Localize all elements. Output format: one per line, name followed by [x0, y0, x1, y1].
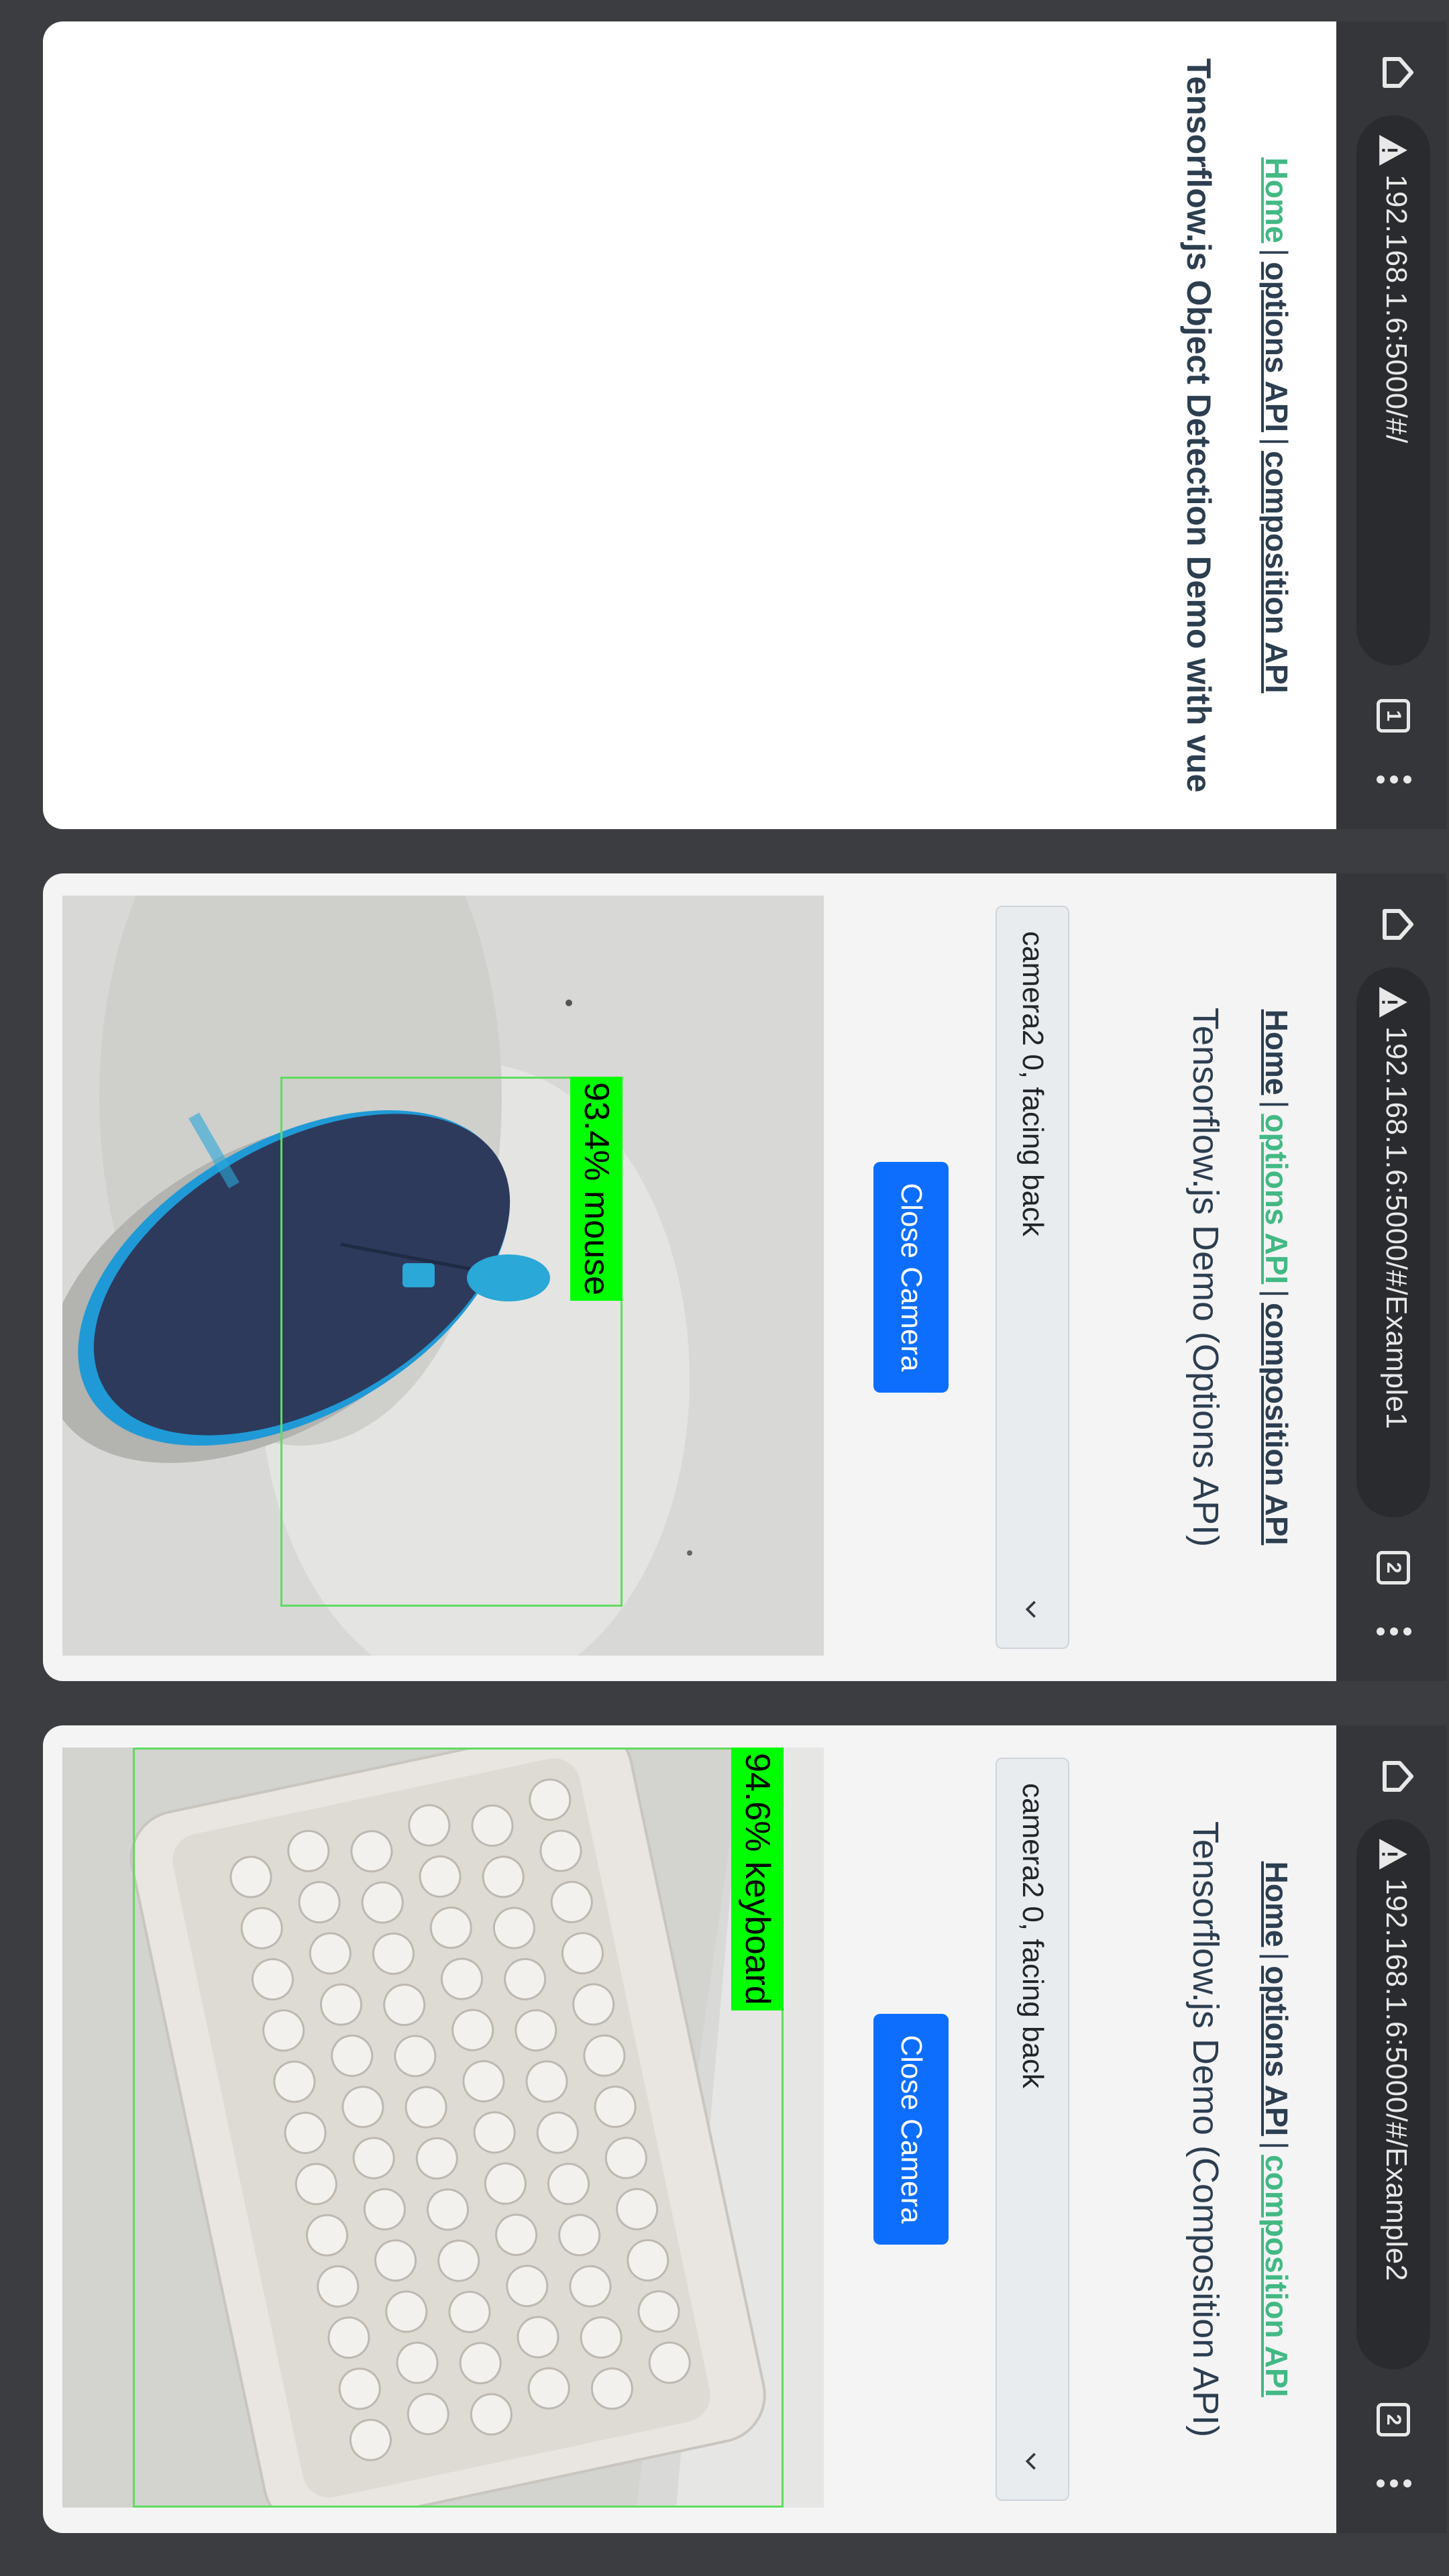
- page-content: Home | options API | composition API Tensorf…: [43, 21, 1336, 829]
- nav-separator: |: [1259, 1952, 1294, 1961]
- nav-separator: |: [1259, 2141, 1294, 2150]
- warning-icon: [1379, 987, 1407, 1018]
- nav-bar: Home | options API | composition API: [1258, 21, 1295, 829]
- address-bar[interactable]: 192.168.1.6:5000/#/: [1356, 115, 1430, 665]
- warning-icon: [1379, 135, 1407, 166]
- home-icon[interactable]: [1378, 1756, 1418, 1796]
- chevron-down-icon: [1025, 2453, 1036, 2470]
- page-title: Tensorflow.js Object Detection Demo with…: [1180, 58, 1218, 793]
- close-camera-button[interactable]: Close Camera: [873, 2014, 949, 2245]
- page-title: Tensorflow.js Demo (Options API): [1185, 1007, 1226, 1548]
- nav-separator: |: [1259, 248, 1294, 257]
- tab-switcher-icon[interactable]: 1: [1377, 699, 1410, 733]
- browser-toolbar: 192.168.1.6:5000/#/ 1: [1336, 21, 1446, 829]
- address-bar[interactable]: 192.168.1.6:5000/#/Example1: [1356, 967, 1430, 1517]
- detection-label-mouse: 93.4% mouse: [570, 1077, 623, 1301]
- home-icon[interactable]: [1378, 52, 1418, 93]
- nav-separator: |: [1259, 1289, 1294, 1298]
- camera-select-value: camera2 0, facing back: [1016, 931, 1049, 1236]
- camera-select[interactable]: camera2 0, facing back: [996, 906, 1069, 1649]
- nav-link-home[interactable]: Home: [1259, 1862, 1294, 1947]
- url-text: 192.168.1.6:5000/#/Example1: [1380, 1026, 1413, 1430]
- page-content: Home | options API | composition API Tensorf…: [43, 1725, 1336, 2533]
- camera-feed: 93.4% mouse: [62, 896, 824, 1656]
- nav-link-composition-api[interactable]: composition API: [1259, 1303, 1294, 1545]
- nav-separator: |: [1259, 437, 1294, 446]
- phone-screenshot-options-api: 192.168.1.6:5000/#/Example1 2 Home | optio…: [43, 873, 1446, 1681]
- browser-toolbar: 192.168.1.6:5000/#/Example2 2: [1336, 1725, 1446, 2533]
- address-bar[interactable]: 192.168.1.6:5000/#/Example2: [1356, 1819, 1430, 2369]
- chevron-down-icon: [1025, 1601, 1036, 1618]
- camera-select-value: camera2 0, facing back: [1016, 1783, 1049, 2088]
- overflow-menu-icon[interactable]: [1371, 1625, 1411, 1638]
- nav-bar: Home | options API | composition API: [1258, 1725, 1295, 2533]
- nav-bar: Home | options API | composition API: [1258, 873, 1295, 1681]
- url-text: 192.168.1.6:5000/#/Example2: [1380, 1878, 1413, 2282]
- overflow-menu-icon[interactable]: [1371, 773, 1411, 786]
- phone-screenshot-home: 192.168.1.6:5000/#/ 1 Home | options API | c…: [43, 21, 1446, 829]
- browser-toolbar: 192.168.1.6:5000/#/Example1 2: [1336, 873, 1446, 1681]
- home-icon[interactable]: [1378, 904, 1418, 945]
- nav-link-home[interactable]: Home: [1259, 158, 1294, 244]
- tab-switcher-icon[interactable]: 2: [1377, 1551, 1410, 1585]
- nav-link-composition-api[interactable]: composition API: [1259, 451, 1294, 693]
- phone-screenshot-composition-api: 192.168.1.6:5000/#/Example2 2 Home | optio…: [43, 1725, 1446, 2533]
- tab-switcher-icon[interactable]: 2: [1377, 2403, 1410, 2436]
- nav-link-composition-api[interactable]: composition API: [1259, 2155, 1294, 2397]
- detection-box-keyboard: [133, 1748, 784, 2508]
- camera-select[interactable]: camera2 0, facing back: [996, 1758, 1069, 2501]
- nav-separator: |: [1259, 1100, 1294, 1109]
- nav-link-options-api[interactable]: options API: [1259, 1966, 1294, 2136]
- nav-link-options-api[interactable]: options API: [1259, 262, 1294, 432]
- url-text: 192.168.1.6:5000/#/: [1380, 174, 1413, 443]
- camera-feed: 94.6% keyboard: [62, 1748, 824, 2508]
- close-camera-button[interactable]: Close Camera: [873, 1162, 949, 1393]
- detection-label-keyboard: 94.6% keyboard: [731, 1748, 784, 2010]
- page-title: Tensorflow.js Demo (Composition API): [1185, 1821, 1226, 2438]
- nav-link-home[interactable]: Home: [1259, 1010, 1294, 1095]
- nav-link-options-api[interactable]: options API: [1259, 1114, 1294, 1284]
- warning-icon: [1379, 1839, 1407, 1870]
- page-content: Home | options API | composition API Tensorf…: [43, 873, 1336, 1681]
- overflow-menu-icon[interactable]: [1371, 2477, 1411, 2490]
